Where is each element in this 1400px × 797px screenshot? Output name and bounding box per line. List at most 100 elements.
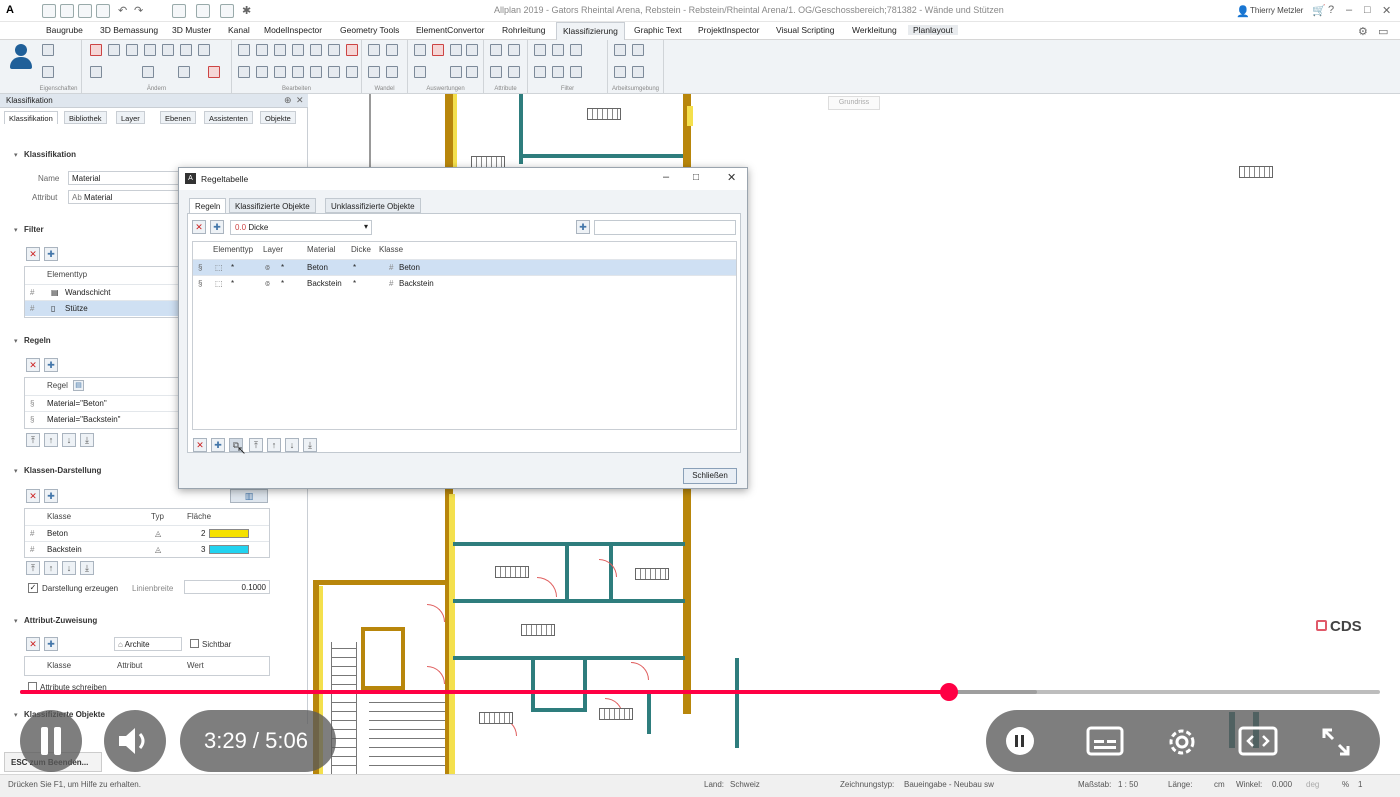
transform-icon[interactable] <box>178 66 190 78</box>
curve-icon[interactable] <box>144 44 156 56</box>
archite-dropdown[interactable]: ⌂ Archite <box>114 637 182 651</box>
darstellung-checkbox[interactable]: ✓ <box>28 583 38 593</box>
close-icon[interactable]: ✕ <box>1382 4 1391 17</box>
redo-icon[interactable]: ↷ <box>134 4 143 17</box>
table-row[interactable]: § ⬚ * ⟃ * Backstein * # Backstein <box>193 275 736 291</box>
collapse-icon[interactable]: ▾ <box>14 617 18 625</box>
analysis-icon[interactable] <box>432 44 444 56</box>
dialog-tab-unklassifizierte-objekte[interactable]: Unklassifizierte Objekte <box>325 198 421 213</box>
color-swatch[interactable] <box>209 545 249 554</box>
move-down-icon[interactable]: ↓ <box>62 433 76 447</box>
hatch-icon[interactable] <box>180 44 192 56</box>
filter-attr-icon[interactable] <box>552 66 564 78</box>
panel-close-icon[interactable]: ✕ <box>296 95 304 106</box>
pause-small-button[interactable] <box>1006 727 1034 755</box>
text-icon[interactable] <box>328 66 340 78</box>
darst-delete-button[interactable]: ✕ <box>26 489 40 503</box>
column-icon[interactable] <box>386 44 398 56</box>
video-progress-bar[interactable] <box>20 683 1380 701</box>
tab-3d-bemassung[interactable]: 3D Bemassung <box>100 25 158 35</box>
print-report-icon[interactable] <box>466 66 478 78</box>
fill-type-icon[interactable]: ◬ <box>155 545 161 554</box>
cell-layer[interactable]: * <box>281 263 284 272</box>
move-bottom-icon[interactable]: ⤓ <box>303 438 317 452</box>
cell-klasse[interactable]: Beton <box>399 263 420 272</box>
filter-delete-button[interactable]: ✕ <box>26 247 40 261</box>
video-scrubber-handle[interactable] <box>939 683 958 701</box>
regel-table-edit-icon[interactable]: ▤ <box>73 380 84 391</box>
play-pause-button[interactable] <box>20 710 82 772</box>
cart-icon[interactable]: 🛒 <box>1312 4 1326 17</box>
move-down-icon[interactable]: ↓ <box>285 438 299 452</box>
beam-icon[interactable] <box>368 66 380 78</box>
subtitles-icon[interactable] <box>1086 726 1124 756</box>
massstab-value[interactable]: 1 : 50 <box>1118 780 1138 789</box>
trim-icon[interactable] <box>274 66 286 78</box>
pen-icon[interactable] <box>90 44 102 56</box>
dialog-close-icon[interactable]: ✕ <box>727 171 736 184</box>
tab-klassifizierung[interactable]: Klassifizierung <box>556 22 625 40</box>
cell-dicke[interactable]: * <box>353 279 356 288</box>
fill-type-icon[interactable]: ◬ <box>155 529 161 538</box>
join-icon[interactable] <box>310 66 322 78</box>
regel-add-button[interactable]: ✚ <box>44 358 58 372</box>
dimension-icon[interactable] <box>346 66 358 78</box>
dialog-maximize-icon[interactable]: □ <box>693 172 699 183</box>
dialog-search-input[interactable] <box>594 220 736 235</box>
tab-graphic-text[interactable]: Graphic Text <box>634 25 682 35</box>
pin-icon[interactable]: ⊕ <box>284 95 292 106</box>
fill-icon[interactable] <box>198 44 210 56</box>
table-row[interactable]: # ▯ Stütze <box>25 300 183 316</box>
dialog-add-filter-button[interactable]: ✚ <box>576 220 590 234</box>
attribute-copy-icon[interactable] <box>490 66 502 78</box>
wall-icon[interactable] <box>368 44 380 56</box>
tools-icon[interactable] <box>614 66 626 78</box>
arc-icon[interactable] <box>126 44 138 56</box>
move-top-icon[interactable]: ⤒ <box>26 433 40 447</box>
panel-tab-objekte[interactable]: Objekte <box>260 111 296 124</box>
name-field[interactable]: Material <box>68 171 180 185</box>
attr-delete-button[interactable]: ✕ <box>26 637 40 651</box>
stretch-icon[interactable] <box>310 44 322 56</box>
color-swatch[interactable] <box>209 529 249 538</box>
move-up-icon[interactable]: ↑ <box>44 561 58 575</box>
chart-icon[interactable] <box>450 66 462 78</box>
dialog-add-row-button[interactable]: ✚ <box>211 438 225 452</box>
zoom-icon[interactable] <box>614 44 626 56</box>
tab-3d-muster[interactable]: 3D Muster <box>172 25 211 35</box>
dialog-delete-column-button[interactable]: ✕ <box>192 220 206 234</box>
help-icon[interactable]: ? <box>1328 4 1334 16</box>
zeichnungstyp-value[interactable]: Baueingabe - Neubau sw <box>904 780 994 789</box>
tab-baugrube[interactable]: Baugrube <box>46 25 83 35</box>
collapse-icon[interactable]: ▾ <box>14 467 18 475</box>
dialog-delete-row-button[interactable]: ✕ <box>193 438 207 452</box>
move-bottom-icon[interactable]: ⤓ <box>80 561 94 575</box>
wave-icon[interactable] <box>162 44 174 56</box>
winkel-value[interactable]: 0.000 <box>1272 780 1292 789</box>
eigenschaften-icon[interactable] <box>42 44 54 56</box>
table-row[interactable]: § ⬚ * ⟃ * Beton * # Beton <box>193 259 736 275</box>
tab-geometry-tools[interactable]: Geometry Tools <box>340 25 399 35</box>
panel-tab-klassifikation[interactable]: Klassifikation <box>4 111 58 124</box>
move-up-icon[interactable]: ↑ <box>267 438 281 452</box>
tab-modelinspector[interactable]: ModelInspector <box>264 25 322 35</box>
dialog-add-column-button[interactable]: ✚ <box>210 220 224 234</box>
panel-tab-layer[interactable]: Layer <box>116 111 145 124</box>
filter-sum-icon[interactable] <box>570 66 582 78</box>
cell-material[interactable]: Beton <box>307 263 328 272</box>
volume-button[interactable] <box>104 710 166 772</box>
save-icon[interactable] <box>78 4 92 18</box>
filter-type-icon[interactable] <box>570 44 582 56</box>
select-icon[interactable] <box>220 4 234 18</box>
attribute-edit-icon[interactable] <box>508 66 520 78</box>
cell-elementtyp[interactable]: * <box>231 263 234 272</box>
line-icon[interactable] <box>108 44 120 56</box>
list-icon[interactable] <box>450 44 462 56</box>
slab-icon[interactable] <box>386 66 398 78</box>
table-icon[interactable] <box>414 66 426 78</box>
move-up-icon[interactable]: ↑ <box>44 433 58 447</box>
settings-icon[interactable]: ✱ <box>242 4 251 17</box>
options-window-icon[interactable]: ▭ <box>1378 25 1388 38</box>
extend-icon[interactable] <box>292 66 304 78</box>
rotate-icon[interactable] <box>274 44 286 56</box>
